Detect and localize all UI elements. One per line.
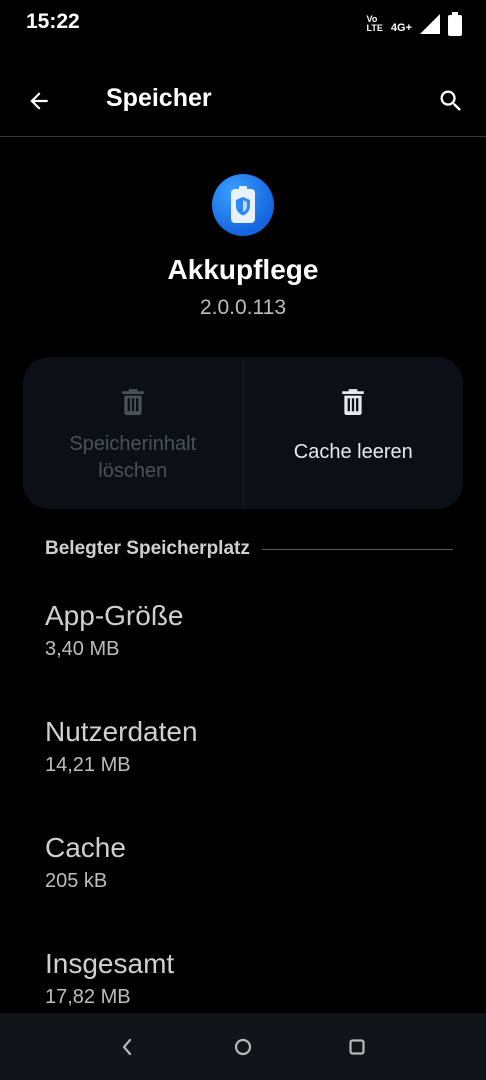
clear-storage-button[interactable]: Speicherinhalt löschen (23, 357, 243, 509)
trash-icon (121, 389, 144, 415)
back-button[interactable] (22, 84, 56, 118)
nav-recents-button[interactable] (342, 1033, 372, 1061)
section-divider (261, 548, 453, 550)
signal-icon (420, 14, 440, 34)
storage-actions-card: Speicherinhalt löschen Cache leeren (23, 357, 463, 509)
row-title: Insgesamt (45, 948, 175, 979)
volte-indicator: Vo LTE (367, 15, 383, 33)
row-value: 17,82 MB (45, 986, 131, 1008)
row-title: App-Größe (45, 600, 184, 631)
arrow-back-icon (30, 92, 48, 110)
nav-home-button[interactable] (228, 1033, 258, 1061)
section-title: Belegter Speicherplatz (45, 538, 250, 559)
storage-row-app-size: App-Größe 3,40 MB (45, 600, 465, 661)
clear-storage-label: Speicherinhalt löschen (69, 431, 196, 485)
row-value: 14,21 MB (45, 754, 131, 776)
nav-recents-icon (349, 1039, 365, 1055)
clear-cache-label: Cache leeren (293, 441, 413, 463)
app-version: 2.0.0.113 (199, 296, 287, 319)
row-title: Cache (45, 832, 126, 863)
row-value: 3,40 MB (45, 638, 120, 660)
search-icon (440, 90, 461, 111)
network-type-label: 4G+ (390, 22, 412, 34)
status-icons: Vo LTE 4G+ (367, 10, 462, 38)
storage-row-user-data: Nutzerdaten 14,21 MB (45, 716, 465, 777)
system-nav-bar (0, 1013, 486, 1080)
app-name: Akkupflege (167, 254, 319, 285)
nav-back-icon (122, 1038, 132, 1056)
row-value: 205 kB (45, 870, 108, 892)
clear-storage-label-line2: löschen (98, 460, 168, 482)
battery-icon (448, 12, 462, 36)
volte-bottom-label: LTE (366, 23, 383, 33)
clear-cache-button[interactable]: Cache leeren (244, 357, 464, 509)
clear-storage-label-line1: Speicherinhalt (69, 433, 197, 455)
app-icon (212, 174, 274, 236)
storage-row-total: Insgesamt 17,82 MB (45, 948, 465, 1009)
row-title: Nutzerdaten (45, 716, 198, 747)
nav-home-icon (234, 1038, 252, 1056)
page-title: Speicher (106, 84, 212, 112)
storage-row-cache: Cache 205 kB (45, 832, 465, 893)
app-bar-divider (0, 136, 486, 137)
battery-shield-icon (231, 186, 255, 223)
trash-icon (342, 389, 365, 415)
section-header: Belegter Speicherplatz (45, 538, 453, 560)
nav-back-button[interactable] (112, 1033, 142, 1061)
search-button[interactable] (434, 84, 468, 118)
status-bar: 15:22 Vo LTE 4G+ (0, 0, 486, 48)
app-bar: Speicher (0, 64, 486, 136)
status-time: 15:22 (26, 10, 80, 33)
